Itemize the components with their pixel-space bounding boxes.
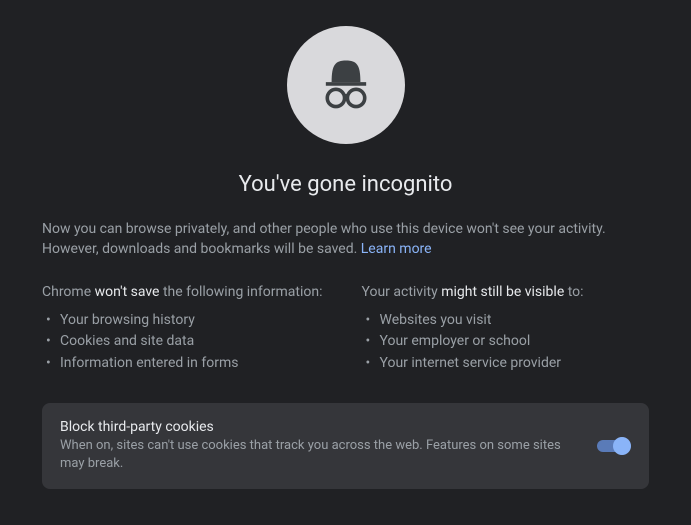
visible-to-heading: Your activity might still be visible to: (362, 284, 650, 300)
list-item: Your internet service provider (362, 353, 650, 375)
hat-glasses-icon (310, 49, 382, 121)
page-title: You've gone incognito (239, 172, 453, 197)
list-item: Information entered in forms (42, 353, 330, 375)
block-cookies-toggle[interactable] (597, 437, 631, 455)
list-item: Cookies and site data (42, 331, 330, 353)
wont-save-heading: Chrome won't save the following informat… (42, 284, 330, 300)
cookies-desc: When on, sites can't use cookies that tr… (60, 437, 579, 473)
cookies-text: Block third-party cookies When on, sites… (60, 419, 579, 473)
learn-more-link[interactable]: Learn more (361, 241, 432, 257)
toggle-thumb (613, 437, 631, 455)
intro-body: Now you can browse privately, and other … (42, 221, 606, 257)
incognito-page: You've gone incognito Now you can browse… (0, 0, 691, 489)
incognito-icon (287, 26, 405, 144)
list-item: Your browsing history (42, 310, 330, 332)
list-item: Your employer or school (362, 331, 650, 353)
cookies-title: Block third-party cookies (60, 419, 579, 435)
cookies-card: Block third-party cookies When on, sites… (42, 403, 649, 489)
visible-to-column: Your activity might still be visible to:… (362, 284, 650, 375)
wont-save-list: Your browsing history Cookies and site d… (42, 310, 330, 375)
intro-text: Now you can browse privately, and other … (42, 219, 649, 260)
wont-save-column: Chrome won't save the following informat… (42, 284, 330, 375)
visible-to-list: Websites you visit Your employer or scho… (362, 310, 650, 375)
list-item: Websites you visit (362, 310, 650, 332)
info-columns: Chrome won't save the following informat… (42, 284, 649, 375)
